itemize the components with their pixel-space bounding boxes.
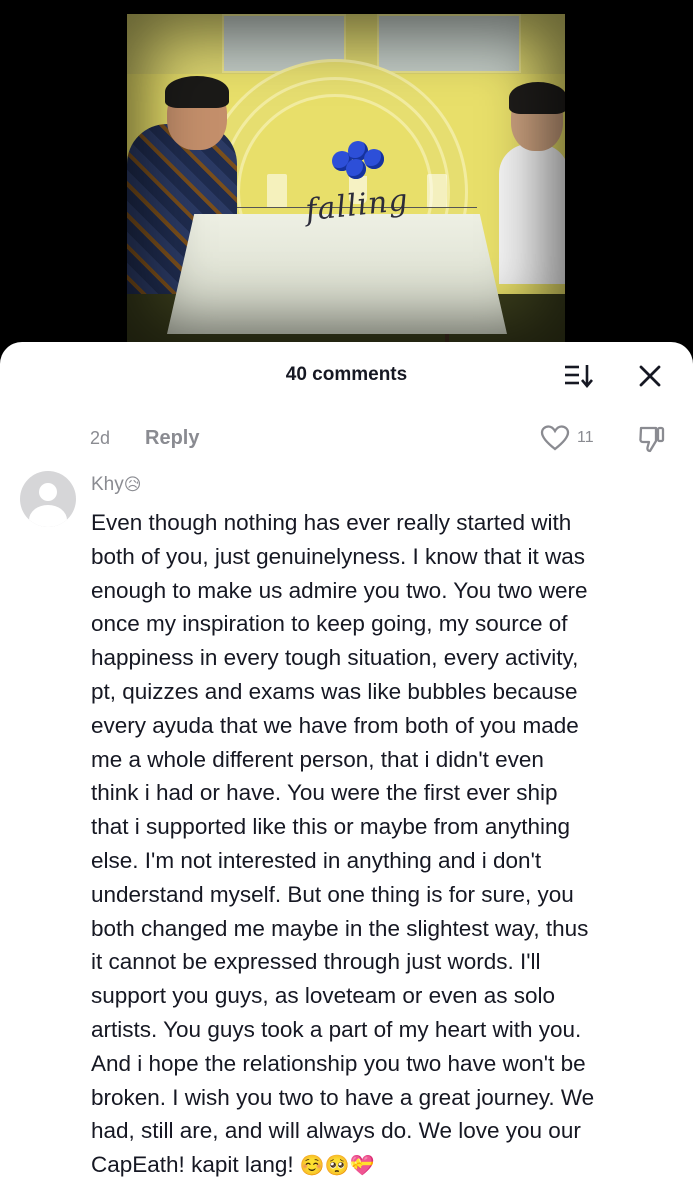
close-icon[interactable] (636, 362, 664, 390)
like-count: 11 (577, 429, 594, 446)
table (167, 214, 507, 334)
video-preview[interactable]: falling (127, 14, 565, 344)
default-avatar-icon[interactable] (20, 471, 76, 527)
reply-button[interactable]: Reply (145, 427, 199, 450)
comment-timestamp: 2d (90, 428, 111, 448)
comments-sheet: 40 comments 2d Reply 11 Khy😥 Even though… (0, 342, 693, 1200)
username-emoji: 😥 (123, 475, 142, 494)
comment-emojis: ☺️🥺💝 (299, 1153, 375, 1178)
comment-username[interactable]: Khy😥 (91, 474, 141, 496)
person-left-hair (165, 76, 229, 108)
comment-body: Even though nothing has ever really star… (91, 506, 676, 1183)
comment-text: Even though nothing has ever really star… (91, 510, 595, 1178)
background-window (377, 14, 521, 73)
username-text: Khy (91, 474, 124, 495)
background-window (222, 14, 346, 73)
previous-comment-actions: 2d Reply 11 (0, 416, 693, 460)
thumbs-down-icon[interactable] (637, 424, 667, 454)
person-right-hair (509, 82, 565, 114)
person-right (499, 144, 565, 284)
heart-outline-icon[interactable] (540, 424, 570, 452)
flowers (332, 139, 386, 183)
sort-icon[interactable] (563, 361, 595, 391)
